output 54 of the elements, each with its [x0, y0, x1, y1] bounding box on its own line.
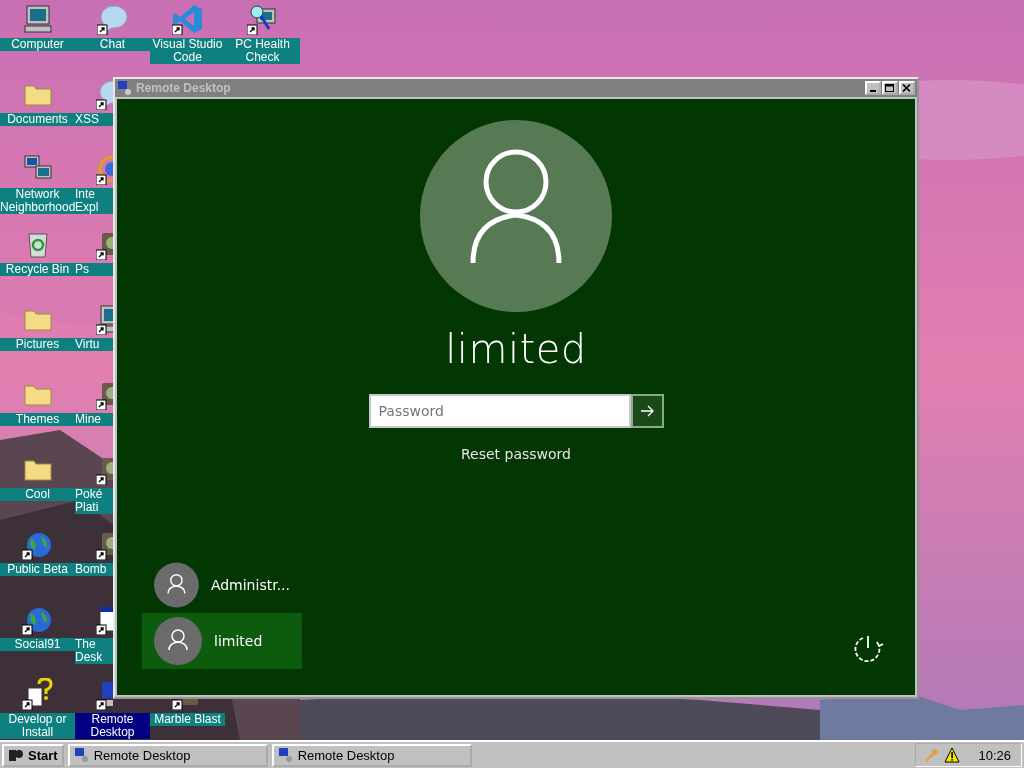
start-button[interactable]: Start — [2, 743, 64, 767]
icon-label[interactable]: XSS — [75, 113, 113, 126]
bubble-icon[interactable] — [96, 78, 113, 110]
remote-desktop-icon — [117, 80, 133, 96]
icon-label[interactable]: Documents — [0, 113, 75, 126]
user-avatar-icon — [154, 561, 199, 609]
code-icon[interactable] — [171, 3, 204, 35]
icon-label[interactable]: Virtu — [75, 338, 113, 351]
icon-label[interactable]: Social91 — [0, 638, 75, 651]
icon-label[interactable]: Develop or Install — [0, 713, 75, 739]
minimize-icon — [870, 90, 876, 92]
submit-button[interactable] — [630, 394, 664, 428]
taskbar-button[interactable]: Remote Desktop — [67, 743, 268, 767]
icon-label[interactable]: Inte Expl — [75, 188, 113, 214]
password-field[interactable]: Password — [368, 394, 631, 428]
user-avatar-icon — [154, 617, 202, 665]
taskbar-button[interactable]: Remote Desktop — [271, 743, 472, 767]
icon-label[interactable]: Cool — [0, 488, 75, 501]
icon-label[interactable]: Recycle Bin — [0, 263, 75, 276]
icon-label[interactable]: Network Neighborhood — [0, 188, 75, 214]
clock: 10:26 — [978, 747, 1011, 763]
close-button[interactable] — [899, 81, 915, 95]
start-logo-icon — [8, 747, 24, 763]
window-title: Remote Desktop — [136, 81, 232, 95]
maximize-icon — [885, 83, 895, 93]
remote-desktop-icon — [277, 747, 294, 763]
icon-label[interactable]: Themes — [0, 413, 75, 426]
icon-label[interactable]: Remote Desktop — [75, 713, 150, 739]
warning-icon[interactable] — [944, 747, 961, 763]
minimize-button[interactable] — [865, 81, 881, 95]
maximize-button[interactable] — [882, 81, 898, 95]
close-icon — [902, 83, 912, 93]
remote-desktop-icon — [73, 747, 90, 763]
arrow-icon — [639, 403, 655, 419]
icon-label[interactable]: Ps — [75, 263, 113, 276]
icon-label[interactable]: Public Beta — [0, 563, 75, 576]
icon-label[interactable]: The Desk — [75, 638, 113, 664]
user-tile[interactable]: Administr... — [142, 557, 302, 613]
icon-label[interactable]: Mine — [75, 413, 113, 426]
icon-label[interactable]: Computer — [0, 38, 75, 51]
help-icon[interactable] — [21, 678, 54, 710]
icon-label[interactable]: Bomb — [75, 563, 113, 576]
user-name: limited — [445, 326, 587, 372]
icon-label[interactable]: Chat — [75, 38, 150, 51]
icon-label[interactable]: Poké Plati — [75, 488, 113, 514]
icon-label[interactable]: Visual Studio Code — [150, 38, 225, 64]
icon-label[interactable]: Pictures — [0, 338, 75, 351]
reset-password-link[interactable]: Reset password — [461, 446, 571, 462]
user-avatar-icon — [420, 120, 612, 312]
icon-label[interactable]: PC Health Check — [225, 38, 300, 64]
icon-label[interactable]: Marble Blast — [150, 713, 225, 726]
user-tile[interactable]: limited — [142, 613, 302, 669]
bubble-icon[interactable] — [96, 3, 129, 35]
browser-icon[interactable] — [96, 153, 113, 185]
